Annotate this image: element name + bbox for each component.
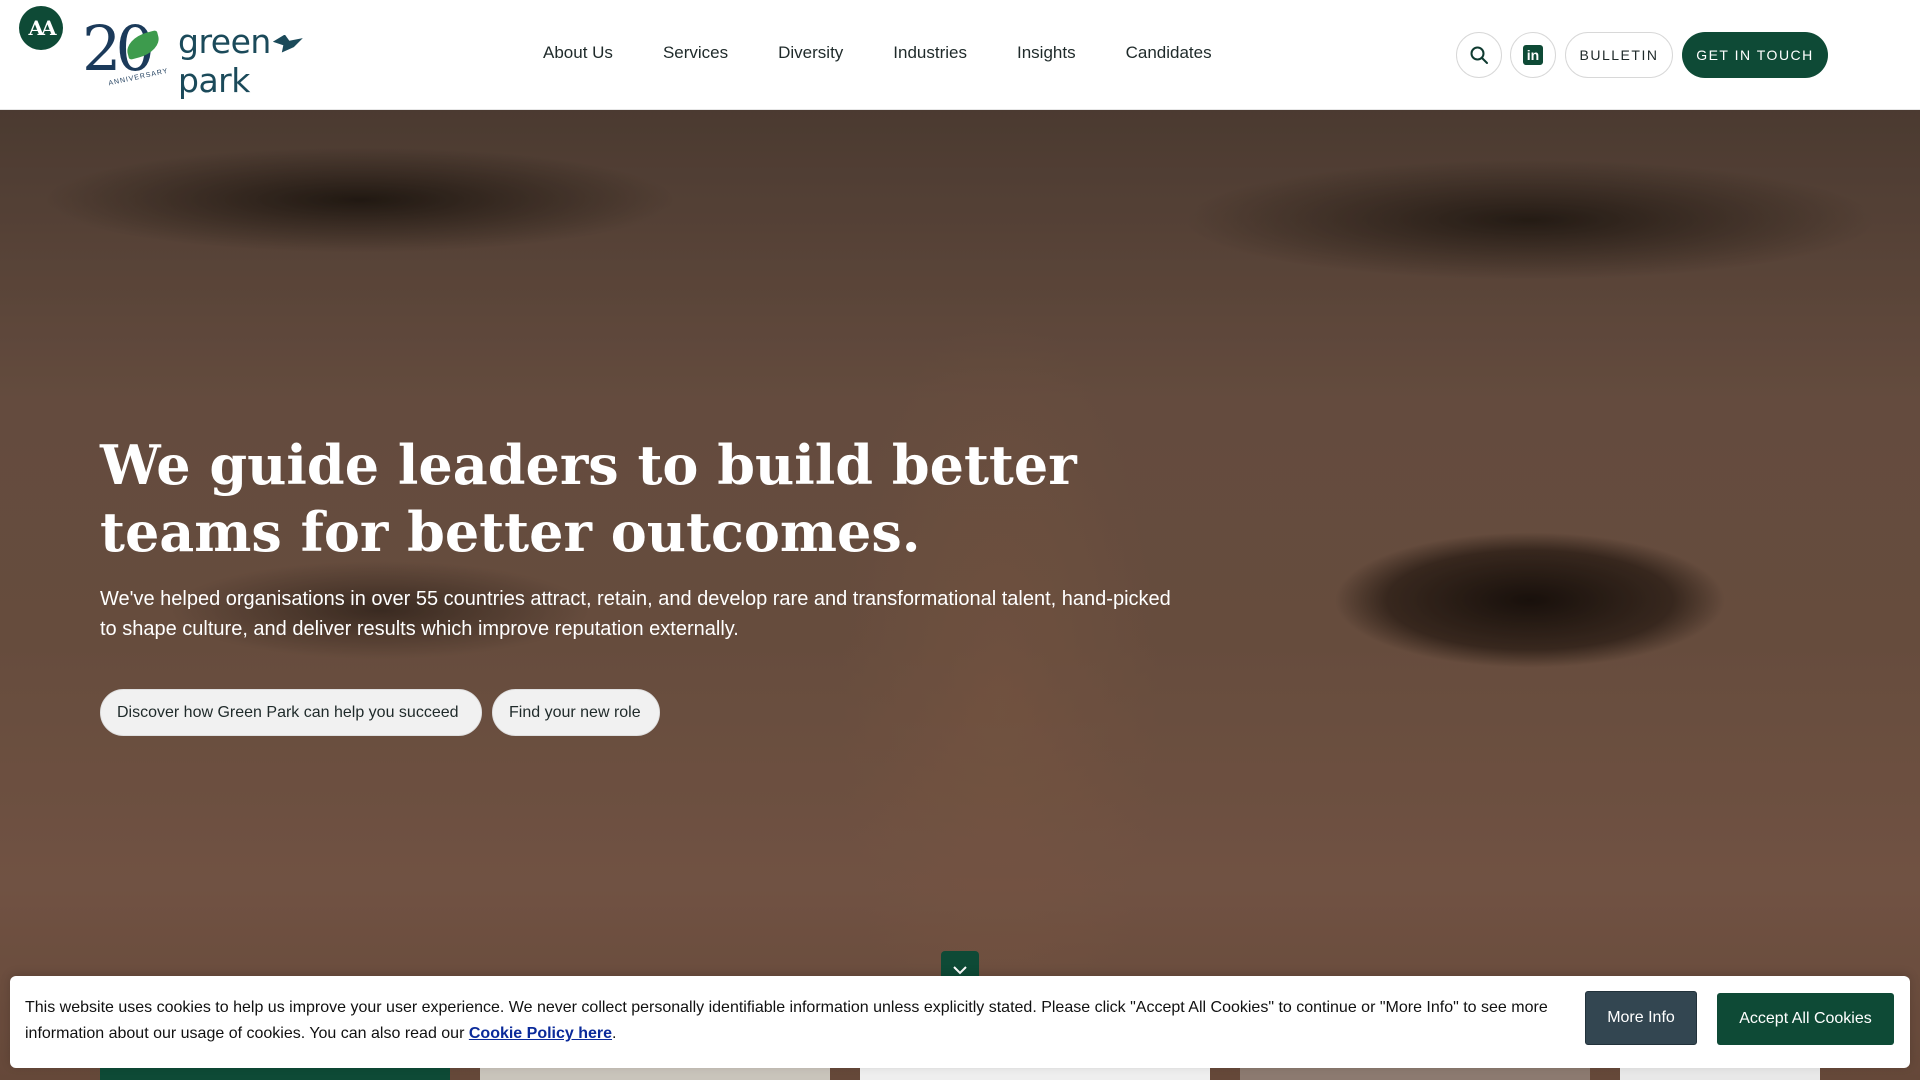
thumbnail-card[interactable] (100, 1068, 450, 1080)
logo-word-park: park (178, 61, 250, 100)
hero-banner: We guide leaders to build better teams f… (0, 110, 1920, 1080)
logo-word-green: green (178, 22, 271, 61)
nav-about-us[interactable]: About Us (543, 43, 613, 63)
cookie-banner: This website uses cookies to help us imp… (10, 976, 1910, 1068)
cookie-policy-link[interactable]: Cookie Policy here (469, 1025, 612, 1042)
bulletin-button[interactable]: BULLETIN (1565, 32, 1673, 78)
site-header: AA 20 ANNIVERSARY greenpark About Us Ser… (0, 0, 1920, 110)
nav-insights[interactable]: Insights (1017, 43, 1076, 63)
cookie-message: This website uses cookies to help us imp… (25, 995, 1570, 1047)
search-icon (1470, 46, 1488, 64)
thumbnail-card[interactable] (480, 1068, 830, 1080)
nav-services[interactable]: Services (663, 43, 728, 63)
featured-thumbnails (0, 1068, 1920, 1080)
discover-button[interactable]: Discover how Green Park can help you suc… (100, 689, 482, 736)
linkedin-button[interactable]: in (1510, 32, 1556, 78)
nav-candidates[interactable]: Candidates (1126, 43, 1212, 63)
nav-diversity[interactable]: Diversity (778, 43, 843, 63)
bird-icon (272, 34, 303, 53)
accessibility-button[interactable]: AA (19, 6, 63, 50)
linkedin-icon: in (1523, 45, 1543, 65)
thumbnail-card[interactable] (860, 1068, 1210, 1080)
hero-cta-group: Discover how Green Park can help you suc… (100, 689, 1200, 736)
find-role-button[interactable]: Find your new role (492, 689, 660, 736)
accept-all-cookies-button[interactable]: Accept All Cookies (1717, 993, 1894, 1045)
hero-content: We guide leaders to build better teams f… (100, 432, 1200, 736)
logo-wordmark: greenpark (178, 22, 362, 100)
nav-industries[interactable]: Industries (893, 43, 967, 63)
hero-title: We guide leaders to build better teams f… (100, 433, 1077, 564)
thumbnail-card[interactable] (1620, 1068, 1820, 1080)
cookie-text: This website uses cookies to help us imp… (25, 999, 1548, 1042)
cookie-text-end: . (612, 1025, 617, 1042)
search-button[interactable] (1456, 32, 1502, 78)
green-park-logo[interactable]: 20 ANNIVERSARY greenpark (82, 14, 362, 100)
hero-subtitle: We've helped organisations in over 55 co… (100, 588, 1171, 640)
main-nav: About Us Services Diversity Industries I… (543, 43, 1262, 63)
thumbnail-card[interactable] (1240, 1068, 1590, 1080)
get-in-touch-button[interactable]: GET IN TOUCH (1682, 32, 1828, 78)
more-info-button[interactable]: More Info (1585, 991, 1697, 1045)
